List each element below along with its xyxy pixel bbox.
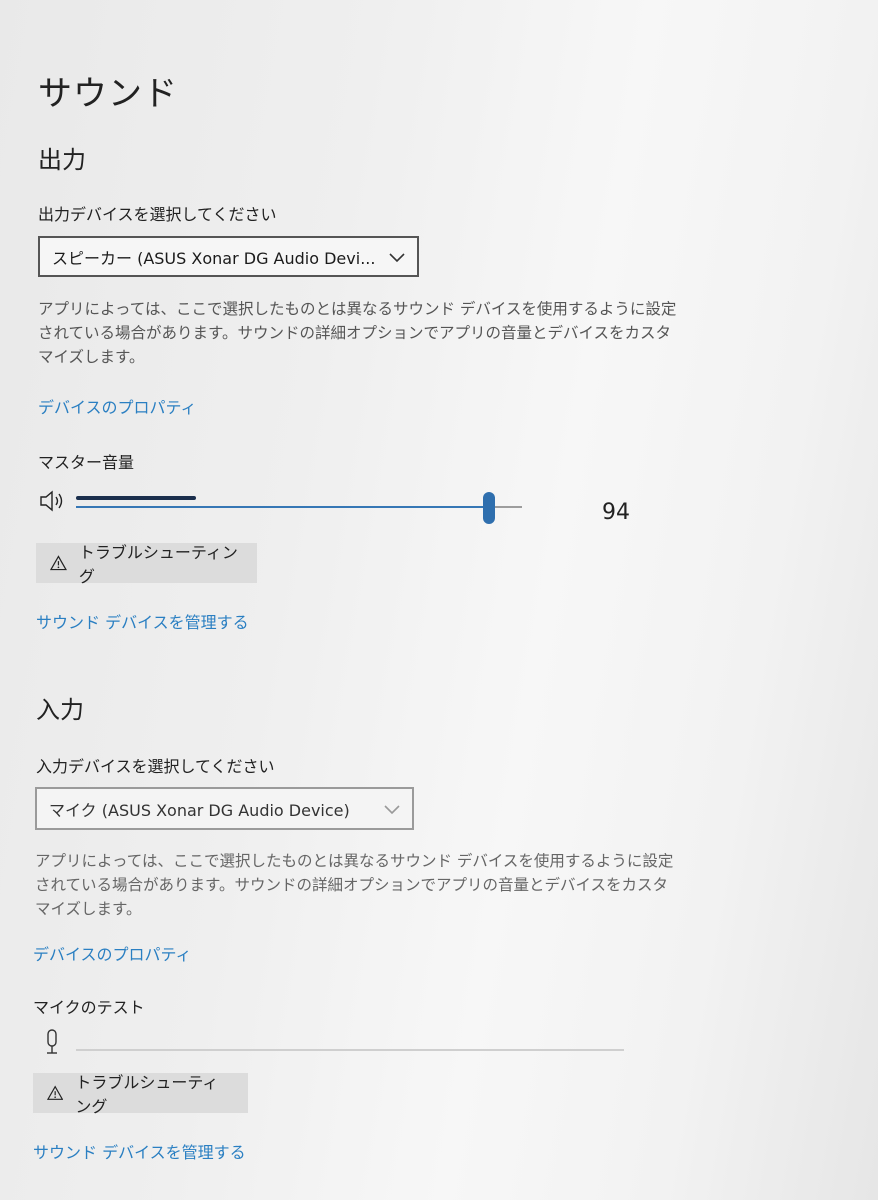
master-volume-label: マスター音量: [38, 453, 135, 472]
output-section-title: 出力: [38, 146, 86, 174]
output-manage-devices-link[interactable]: サウンド デバイスを管理する: [36, 609, 249, 633]
input-device-dropdown[interactable]: マイク (ASUS Xonar DG Audio Device): [35, 787, 414, 830]
warning-icon: [47, 1085, 64, 1100]
input-device-label: 入力デバイスを選択してください: [36, 757, 275, 776]
mic-test-label: マイクのテスト: [33, 998, 145, 1017]
mic-test-meter: [76, 1049, 624, 1051]
output-troubleshoot-label: トラブルシューティング: [78, 543, 238, 586]
input-troubleshoot-button[interactable]: トラブルシューティング: [33, 1073, 248, 1116]
chevron-down-icon: [389, 252, 405, 262]
output-device-properties-link[interactable]: デバイスのプロパティ: [38, 394, 197, 418]
master-volume-slider[interactable]: [76, 492, 522, 524]
output-description: アプリによっては、ここで選択したものとは異なるサウンド デバイスを使用するように…: [38, 300, 677, 366]
speaker-icon[interactable]: [38, 488, 68, 514]
master-volume-value: 94: [602, 500, 630, 525]
output-troubleshoot-button[interactable]: トラブルシューティング: [36, 543, 257, 586]
output-device-label: 出力デバイスを選択してください: [38, 205, 277, 224]
volume-slider-thumb[interactable]: [483, 492, 495, 524]
volume-peak-meter: [76, 496, 196, 500]
input-section-title: 入力: [36, 696, 84, 724]
volume-track-filled: [76, 506, 489, 508]
input-description: アプリによっては、ここで選択したものとは異なるサウンド デバイスを使用するように…: [35, 852, 674, 918]
warning-icon: [50, 555, 67, 571]
chevron-down-icon: [384, 804, 400, 814]
page-title: サウンド: [38, 74, 178, 114]
input-device-properties-link[interactable]: デバイスのプロパティ: [33, 941, 192, 965]
output-device-value: スピーカー (ASUS Xonar DG Audio Devi...: [52, 248, 376, 268]
input-manage-devices-link[interactable]: サウンド デバイスを管理する: [33, 1139, 246, 1163]
input-device-value: マイク (ASUS Xonar DG Audio Device): [49, 800, 350, 820]
input-troubleshoot-label: トラブルシューティング: [75, 1073, 219, 1116]
output-device-dropdown[interactable]: スピーカー (ASUS Xonar DG Audio Devi...: [38, 236, 419, 277]
microphone-icon: [42, 1028, 62, 1056]
